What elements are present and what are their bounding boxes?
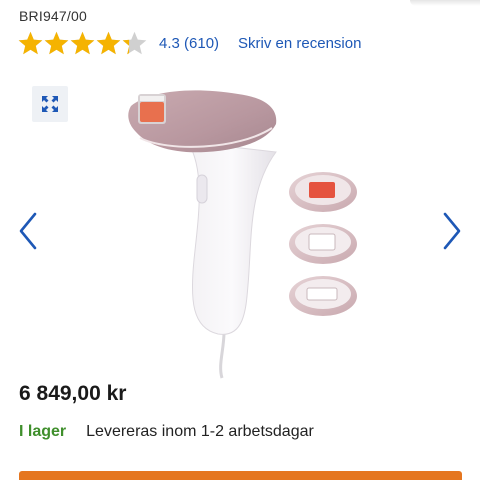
star-icon — [44, 31, 69, 54]
stock-status: I lager — [19, 423, 67, 440]
availability-row: I lager Levereras inom 1-2 arbetsdagar — [19, 423, 314, 441]
product-price: 6 849,00 kr — [19, 382, 127, 405]
next-image-button[interactable] — [438, 210, 466, 252]
star-icon — [70, 31, 95, 54]
product-sku: BRI947/00 — [19, 8, 87, 24]
previous-image-button[interactable] — [14, 210, 42, 252]
product-gallery — [0, 80, 480, 380]
rating-score[interactable]: 4.3 (610) — [159, 35, 219, 52]
chevron-left-icon — [19, 212, 37, 250]
add-to-cart-button[interactable] — [19, 471, 462, 480]
delivery-time: Levereras inom 1-2 arbetsdagar — [86, 423, 314, 440]
expand-gallery-button[interactable] — [32, 86, 68, 122]
star-icon — [122, 31, 147, 54]
star-icon — [96, 31, 121, 54]
star-icon — [18, 31, 43, 54]
star-rating — [17, 30, 147, 57]
expand-arrows-icon — [42, 96, 58, 112]
write-review-link[interactable]: Skriv en recension — [238, 35, 361, 52]
rating-row: 4.3 (610) Skriv en recension — [17, 29, 361, 57]
product-image[interactable] — [118, 80, 368, 380]
top-bar-shadow — [410, 0, 480, 6]
chevron-right-icon — [443, 212, 461, 250]
